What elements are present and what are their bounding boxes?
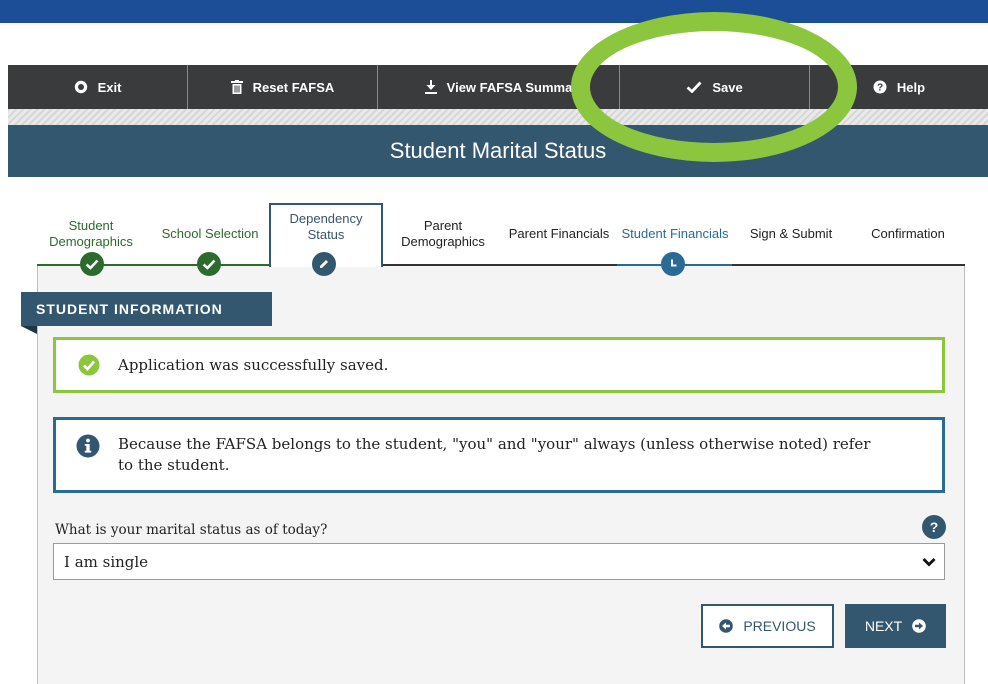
save-button[interactable]: Save (620, 65, 810, 109)
step-label: Student Financials (621, 226, 729, 241)
step-label: School Selection (161, 226, 259, 241)
step-label: Student Demographics (49, 218, 133, 249)
view-fafsa-summary-label: View FAFSA Summa (446, 79, 573, 95)
exit-button[interactable]: Exit (8, 65, 188, 109)
page-title: Student Marital Status (389, 138, 607, 163)
arrow-left-circle-icon (719, 619, 734, 633)
step-label: Confirmation (871, 226, 945, 241)
question-help-button[interactable]: ? (922, 515, 946, 539)
clock-icon (661, 252, 685, 276)
success-alert: Application was successfully saved. (53, 337, 945, 393)
progress-steps: Student Demographics School Selection De… (37, 203, 965, 267)
section-header: STUDENT INFORMATION (21, 292, 272, 326)
next-button[interactable]: NEXT (845, 604, 946, 648)
view-fafsa-summary-button[interactable]: View FAFSA Summa (378, 65, 620, 109)
section-header-fold (21, 326, 37, 334)
pencil-icon (312, 252, 336, 276)
step-label: Dependency Status (289, 211, 363, 242)
step-label: Parent Financials (508, 226, 610, 241)
exit-circle-icon (74, 80, 88, 94)
marital-status-value: I am single (64, 552, 149, 571)
info-alert: Because the FAFSA belongs to the student… (53, 417, 945, 493)
check-circle-icon (197, 252, 221, 276)
save-label: Save (712, 79, 743, 95)
trash-icon (230, 80, 243, 94)
step-sign-submit[interactable]: Sign & Submit (735, 203, 847, 265)
check-circle-icon (78, 354, 100, 376)
question-help-glyph: ? (929, 519, 939, 535)
reset-fafsa-label: Reset FAFSA (252, 79, 335, 95)
toolbar: Exit Reset FAFSA View FAFSA Summa Save ?… (8, 65, 988, 109)
success-message: Application was successfully saved. (118, 356, 389, 374)
check-circle-icon (80, 252, 104, 276)
reset-fafsa-button[interactable]: Reset FAFSA (188, 65, 378, 109)
browser-top-bar (0, 0, 988, 23)
info-message: Because the FAFSA belongs to the student… (118, 435, 871, 474)
exit-label: Exit (97, 79, 122, 95)
section-title: STUDENT INFORMATION (36, 301, 223, 317)
arrow-right-circle-icon (912, 619, 926, 633)
checkmark-icon (686, 81, 702, 93)
step-label: Sign & Submit (749, 226, 833, 241)
download-icon (424, 80, 437, 94)
question-circle-icon: ? (873, 80, 887, 94)
page-title-bar: Student Marital Status (8, 125, 988, 177)
step-parent-demographics[interactable]: Parent Demographics (387, 203, 499, 265)
svg-text:?: ? (877, 83, 883, 94)
step-confirmation[interactable]: Confirmation (851, 203, 965, 265)
chevron-down-icon (922, 557, 936, 567)
info-circle-icon (76, 434, 100, 458)
previous-label: PREVIOUS (743, 618, 816, 634)
step-parent-financials[interactable]: Parent Financials (503, 203, 615, 265)
previous-button[interactable]: PREVIOUS (701, 604, 834, 648)
marital-status-question: What is your marital status as of today? (55, 522, 328, 538)
help-button[interactable]: ? Help (810, 65, 988, 109)
help-label: Help (896, 79, 926, 95)
hatched-divider (8, 109, 988, 125)
marital-status-select[interactable]: I am single (53, 543, 945, 580)
next-label: NEXT (864, 618, 903, 634)
step-label: Parent Demographics (401, 218, 485, 249)
